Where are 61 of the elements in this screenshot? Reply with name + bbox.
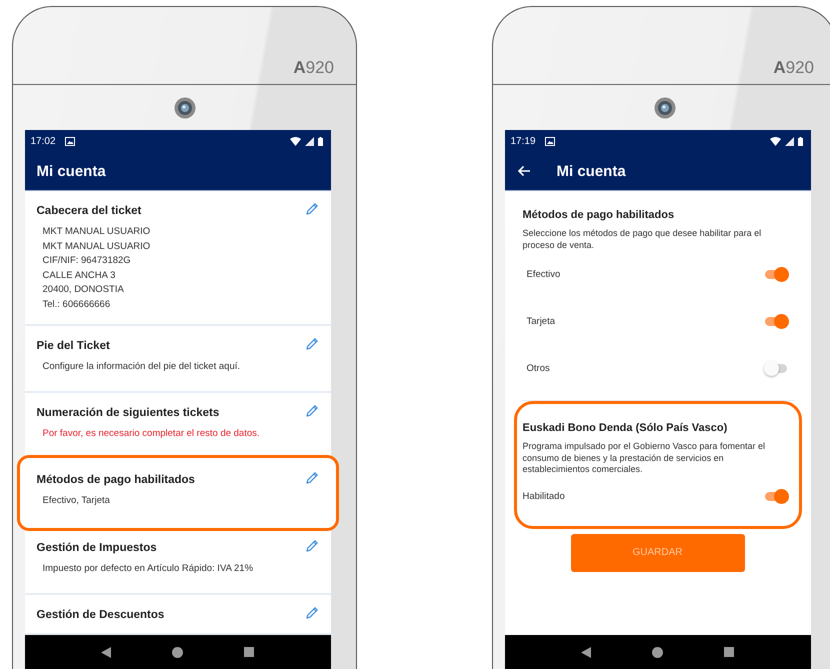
card-title: Pie del Ticket (36, 340, 110, 352)
toggle-label: Efectivo (526, 269, 560, 280)
wifi-icon (770, 136, 780, 146)
card-text: Configure la información del pie del ticket aquí. (42, 360, 242, 374)
card-text: CIF/NIF: 96473182G (42, 254, 132, 268)
pencil-icon[interactable] (304, 471, 318, 485)
model-label: A920 (293, 58, 334, 78)
pencil-icon[interactable] (304, 337, 318, 351)
card-text: Por favor, es necesario completar el resto de datos. (42, 427, 261, 441)
card-text: Efectivo, Tarjeta (42, 494, 111, 508)
back-arrow-icon[interactable] (516, 165, 530, 177)
camera-icon (654, 96, 676, 118)
camera-icon (174, 96, 196, 118)
toggle-switch[interactable] (764, 270, 786, 279)
status-time: 17:02 (30, 136, 56, 146)
settings-card[interactable]: Pie del Ticket Configure la información del pie del ticket aquí. (24, 326, 330, 391)
app-title: Mi cuenta (556, 162, 626, 180)
settings-card[interactable]: Cabecera del ticket MKT MANUAL USUARIO MKT MANUAL USUARIO CIF/NIF: 96473182G CALLE ANCHA 3 20400, DONOSTIA Tel.: 606666666 (24, 191, 330, 324)
section-description: Programa impulsado por el Gobierno Vasco para fomentar el consumo de bienes y la prestación de servicios en establecimientos comerciales. (522, 441, 766, 476)
card-title: Gestión de Descuentos (36, 609, 164, 621)
pencil-icon[interactable] (304, 606, 318, 620)
card-title: Cabecera del ticket (36, 205, 142, 217)
back-triangle-icon[interactable] (581, 646, 591, 658)
section-description: Seleccione los métodos de pago que desee habilitar para el proceso de venta. (522, 228, 762, 251)
card-title: Métodos de pago habilitados (36, 474, 195, 486)
signal-icon (784, 136, 794, 146)
back-triangle-icon[interactable] (101, 646, 111, 658)
app-title: Mi cuenta (36, 162, 106, 180)
card-text: 20400, DONOSTIA (42, 283, 125, 297)
status-time: 17:19 (510, 136, 536, 146)
card-text: Impuesto por defecto en Artículo Rápido: IVA 21% (42, 562, 254, 576)
pencil-icon[interactable] (304, 202, 318, 216)
card-text: MKT MANUAL USUARIO (42, 240, 152, 254)
card-text: CALLE ANCHA 3 (42, 268, 116, 282)
toggle-switch[interactable] (764, 317, 786, 326)
pencil-icon[interactable] (304, 539, 318, 553)
settings-card[interactable]: Métodos de pago habilitados Efectivo, Tarjeta (16, 455, 338, 531)
section-title: Euskadi Bono Denda (Sólo País Vasco) (522, 422, 728, 434)
card-title: Numeración de siguientes tickets (36, 407, 220, 419)
card-text: Tel.: 606666666 (42, 298, 112, 312)
signal-icon (304, 136, 314, 146)
wifi-icon (290, 136, 300, 146)
toggle-switch[interactable] (764, 492, 786, 501)
home-circle-icon[interactable] (172, 646, 183, 658)
image-icon (544, 136, 555, 146)
toggle-switch[interactable] (764, 364, 786, 373)
settings-card[interactable]: Gestión de Impuestos Impuesto por defecto en Artículo Rápido: IVA 21% (24, 528, 330, 593)
image-icon (64, 136, 75, 146)
model-label: A920 (773, 58, 814, 78)
battery-icon (798, 136, 802, 146)
settings-card[interactable]: Gestión de Descuentos (24, 595, 330, 633)
toggle-label: Tarjeta (526, 316, 556, 327)
battery-icon (318, 136, 322, 146)
card-title: Gestión de Impuestos (36, 542, 157, 554)
section-title: Métodos de pago habilitados (522, 209, 676, 221)
toggle-label: Habilitado (522, 491, 565, 502)
settings-card[interactable]: Numeración de siguientes tickets Por favor, es necesario completar el resto de datos. (24, 393, 330, 458)
pencil-icon[interactable] (304, 404, 318, 418)
card-text: MKT MANUAL USUARIO (42, 225, 152, 239)
toggle-label: Otros (526, 363, 550, 374)
home-circle-icon[interactable] (652, 646, 663, 658)
